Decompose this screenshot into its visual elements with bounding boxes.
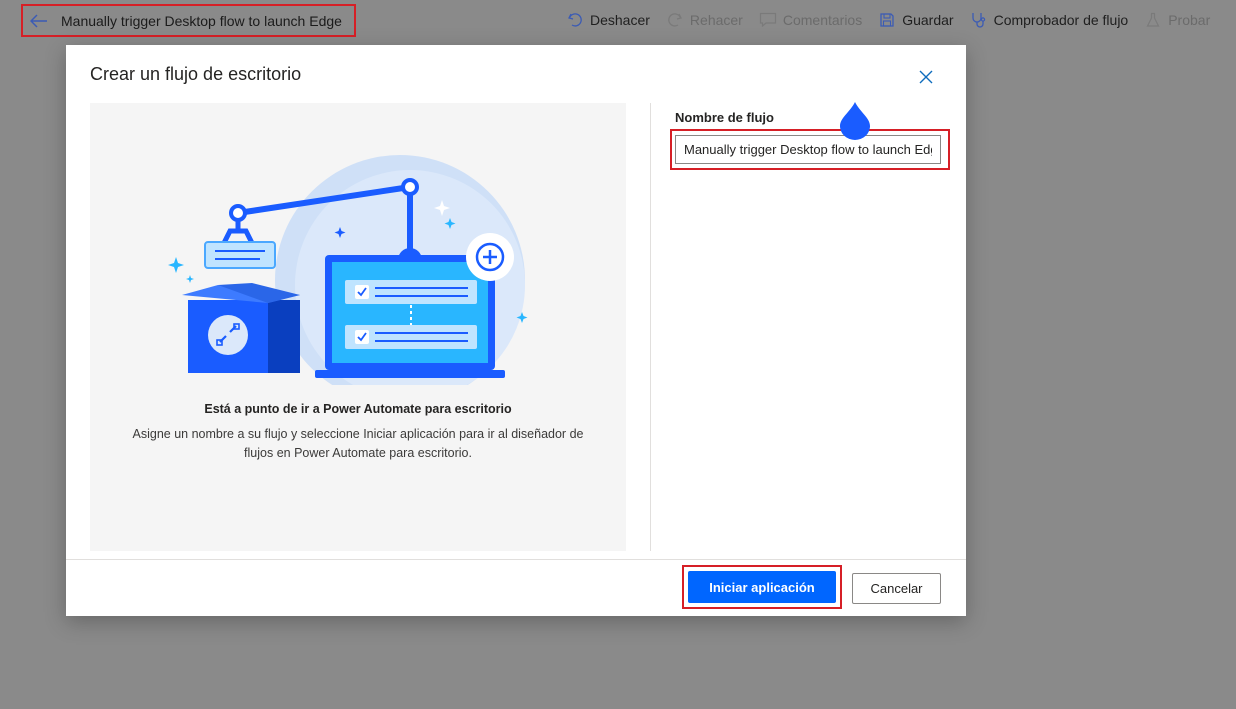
test-button[interactable]: Probar [1144, 11, 1210, 29]
flow-name-label: Nombre de flujo [675, 110, 774, 125]
panel-divider [650, 103, 651, 551]
redo-label: Rehacer [689, 12, 743, 28]
command-group: Deshacer Rehacer Comentarios Guardar Com… [566, 0, 1226, 40]
flow-checker-label: Comprobador de flujo [993, 12, 1129, 28]
drop-cursor-icon [840, 102, 870, 140]
cancel-button[interactable]: Cancelar [852, 573, 941, 604]
launch-app-highlight: Iniciar aplicación [682, 565, 842, 609]
comments-button[interactable]: Comentarios [759, 11, 862, 29]
flow-title: Manually trigger Desktop flow to launch … [61, 12, 342, 29]
save-button[interactable]: Guardar [878, 11, 954, 29]
intro-heading: Está a punto de ir a Power Automate para… [204, 402, 512, 416]
save-label: Guardar [902, 12, 954, 28]
close-icon [919, 70, 933, 84]
back-and-title: Manually trigger Desktop flow to launch … [21, 4, 356, 37]
desktop-automation-illustration [168, 155, 528, 385]
command-bar: Manually trigger Desktop flow to launch … [0, 0, 1236, 42]
test-label: Probar [1168, 12, 1211, 28]
flask-icon [1144, 11, 1162, 29]
launch-app-button[interactable]: Iniciar aplicación [688, 571, 836, 603]
flow-name-highlight [670, 129, 950, 170]
undo-label: Deshacer [590, 12, 650, 28]
create-desktop-flow-dialog: Crear un flujo de escritorio Está a punt… [66, 45, 966, 616]
flow-name-input[interactable] [675, 135, 941, 164]
redo-icon [666, 11, 684, 29]
dialog-title: Crear un flujo de escritorio [90, 64, 302, 84]
back-arrow-icon[interactable] [29, 11, 49, 31]
stethoscope-icon [970, 11, 988, 29]
redo-button[interactable]: Rehacer [666, 11, 743, 29]
comment-icon [759, 11, 777, 29]
flow-checker-button[interactable]: Comprobador de flujo [970, 11, 1129, 29]
illustration-panel: Está a punto de ir a Power Automate para… [90, 103, 626, 551]
undo-button[interactable]: Deshacer [566, 11, 650, 29]
close-button[interactable] [916, 67, 936, 87]
intro-body: Asigne un nombre a su flujo y seleccione… [132, 427, 584, 460]
undo-icon [566, 11, 584, 29]
comments-label: Comentarios [782, 12, 863, 28]
save-icon [878, 11, 896, 29]
footer-divider [66, 559, 966, 560]
